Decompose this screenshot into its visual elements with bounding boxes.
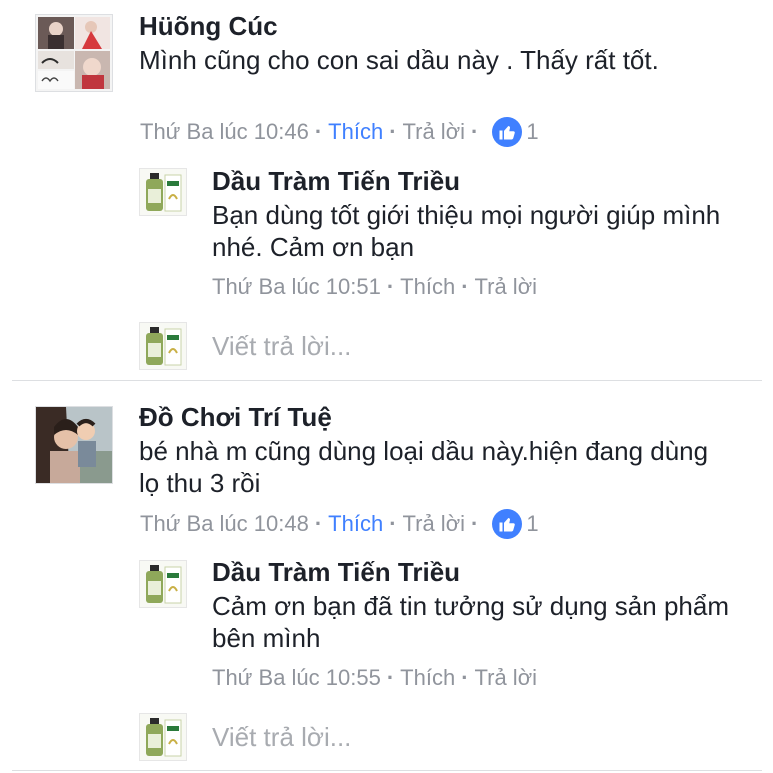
reply-text: Cảm ơn bạn đã tin tưởng sử dụng sản phẩm…	[212, 591, 729, 653]
page-avatar	[139, 713, 187, 761]
like-link[interactable]: Thích	[328, 511, 383, 537]
comment-timestamp[interactable]: Thứ Ba lúc 10:48	[140, 511, 309, 537]
separator-dot: ·	[386, 665, 395, 690]
reply-link[interactable]: Trả lời	[475, 665, 538, 691]
separator-dot: ·	[461, 665, 469, 690]
separator-dot: ·	[314, 511, 323, 536]
separator-dot: ·	[471, 511, 479, 536]
thumbs-up-icon[interactable]	[492, 509, 523, 539]
reply-link[interactable]: Trả lời	[403, 511, 466, 537]
like-count: 1	[526, 511, 539, 536]
avatar[interactable]	[35, 406, 113, 484]
like-link[interactable]: Thích	[400, 665, 455, 691]
divider	[12, 770, 762, 771]
reply-author[interactable]: Dầu Tràm Tiến Triều	[212, 557, 460, 587]
reply-timestamp[interactable]: Thứ Ba lúc 10:55	[212, 665, 381, 691]
comment-text: bé nhà m cũng dùng loại dầu này.hiện đan…	[139, 436, 709, 498]
separator-dot: ·	[389, 511, 397, 536]
comment-meta: Thứ Ba lúc 10:48 · Thích · Trả lời · 1	[140, 509, 539, 539]
reply-meta: Thứ Ba lúc 10:55 · Thích · Trả lời	[212, 665, 537, 691]
comment-thread: Đồ Chơi Trí Tuệ bé nhà m cũng dùng loại …	[0, 0, 773, 773]
reply-input[interactable]: Viết trả lời...	[212, 722, 351, 753]
page-avatar[interactable]	[139, 560, 187, 608]
comment-author[interactable]: Đồ Chơi Trí Tuệ	[139, 402, 332, 432]
